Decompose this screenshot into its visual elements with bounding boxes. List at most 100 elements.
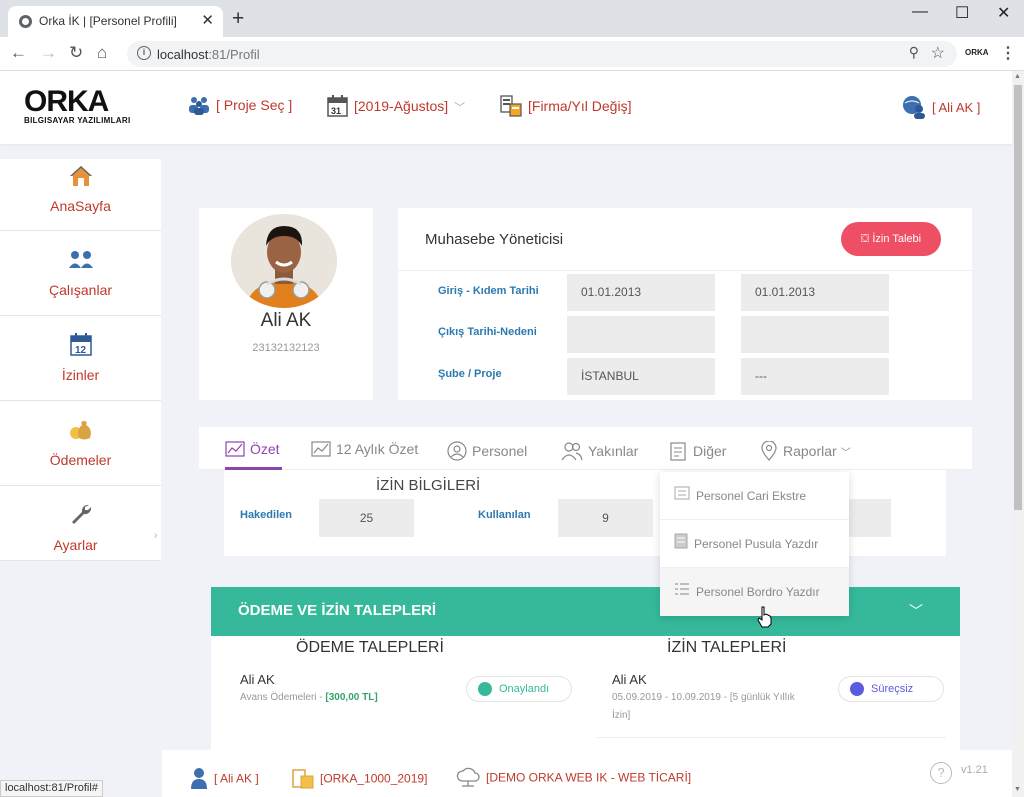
chevron-right-icon: › bbox=[154, 530, 158, 541]
menu-item-personel-pusula-yazdir[interactable]: Personel Pusula Yazdır bbox=[660, 520, 849, 568]
tab-12-aylik-ozet[interactable]: 12 Aylık Özet bbox=[311, 441, 418, 460]
izin-request-desc: 05.09.2019 - 10.09.2019 - [5 günlük Yıll… bbox=[612, 692, 795, 703]
url-text: localhost:81/Profil bbox=[157, 47, 260, 62]
izin-status-badge[interactable]: Süreçsiz bbox=[838, 676, 944, 702]
zoom-icon[interactable]: ⚲ bbox=[909, 44, 919, 61]
users-icon bbox=[0, 249, 161, 276]
footer-company[interactable]: [ORKA_1000_2019] bbox=[292, 767, 427, 792]
home-browser-icon[interactable]: ⌂ bbox=[97, 43, 107, 63]
giris-label: Giriş - Kıdem Tarihi bbox=[438, 285, 539, 297]
sidebar-item-izinler[interactable]: 12 İzinler bbox=[0, 316, 161, 401]
reload-icon[interactable]: ↻ bbox=[69, 43, 83, 63]
odeme-talepleri-title: ÖDEME TALEPLERİ bbox=[296, 639, 444, 656]
bookmark-star-icon[interactable]: ☆ bbox=[931, 43, 945, 63]
forward-icon[interactable]: → bbox=[40, 43, 57, 63]
chart-icon bbox=[311, 441, 331, 460]
sube-value: İSTANBUL bbox=[567, 358, 715, 395]
browser-tabbar: Orka İK | [Personel Profili] ✕ + — ☐ ✕ bbox=[0, 0, 1024, 37]
svg-text:12: 12 bbox=[75, 345, 87, 356]
divider bbox=[596, 737, 946, 738]
scrollbar-thumb[interactable] bbox=[1014, 85, 1022, 510]
sidebar-item-ayarlar[interactable]: Ayarlar bbox=[0, 486, 161, 561]
address-bar: ← → ↻ ⌂ i localhost:81/Profil ⚲ ☆ ORKA ⋮ bbox=[0, 37, 1024, 71]
hakedilen-value: 25 bbox=[319, 499, 414, 537]
period-dropdown[interactable]: 31 [2019-Ağustos] ﹀ bbox=[327, 95, 465, 120]
giris-date-1: 01.01.2013 bbox=[567, 274, 715, 311]
tab-ozet[interactable]: Özet bbox=[225, 441, 280, 460]
avatar[interactable] bbox=[231, 214, 337, 308]
izin-request-desc-2: İzin] bbox=[612, 710, 631, 721]
chart-icon bbox=[225, 441, 245, 460]
home-icon bbox=[0, 165, 161, 192]
odeme-status-badge[interactable]: Onaylandı bbox=[466, 676, 572, 702]
giris-date-2: 01.01.2013 bbox=[741, 274, 889, 311]
status-dot-icon bbox=[850, 682, 864, 696]
window-close-icon[interactable]: ✕ bbox=[997, 3, 1010, 23]
bag-icon: ⛋ bbox=[860, 233, 870, 245]
list-icon bbox=[674, 569, 690, 617]
raporlar-dropdown: Personel Cari Ekstre Personel Pusula Yaz… bbox=[660, 472, 849, 616]
job-title: Muhasebe Yöneticisi bbox=[425, 231, 564, 248]
cikis-reason bbox=[741, 316, 889, 353]
favicon-icon bbox=[19, 15, 32, 28]
cikis-label: Çıkış Tarihi-Nedeni bbox=[438, 326, 537, 338]
help-icon[interactable]: ? bbox=[930, 762, 952, 784]
tab-title: Orka İK | [Personel Profili] bbox=[39, 14, 177, 28]
location-icon bbox=[760, 440, 778, 464]
calendar-icon: 31 bbox=[327, 95, 348, 120]
svg-text:31: 31 bbox=[331, 106, 341, 116]
odeme-request-name: Ali AK bbox=[240, 672, 275, 687]
orka-logo[interactable]: ORKA BILGISAYAR YAZILIMLARI bbox=[24, 87, 139, 126]
sidebar-item-calisanlar[interactable]: Çalışanlar bbox=[0, 231, 161, 316]
kullanilan-label: Kullanılan bbox=[478, 509, 531, 521]
footer-demo[interactable]: [DEMO ORKA WEB IK - WEB TİCARİ] bbox=[456, 767, 691, 790]
hakedilen-label: Hakedilen bbox=[240, 509, 292, 521]
version-label: v1.21 bbox=[961, 764, 988, 776]
user-icon bbox=[190, 767, 208, 792]
url-field[interactable]: i localhost:81/Profil ⚲ ☆ bbox=[127, 41, 957, 67]
app-header: ORKA BILGISAYAR YAZILIMLARI [ Proje Seç … bbox=[0, 71, 1012, 144]
izin-talebi-button[interactable]: ⛋ İzin Talebi bbox=[841, 222, 941, 256]
building-icon bbox=[500, 95, 522, 120]
footer-user[interactable]: [ Ali AK ] bbox=[190, 767, 259, 792]
close-tab-icon[interactable]: ✕ bbox=[201, 11, 214, 29]
sidebar-item-odemeler[interactable]: Ödemeler bbox=[0, 401, 161, 486]
page-scrollbar[interactable]: ▲ ▼ bbox=[1012, 71, 1024, 797]
banner-title: ÖDEME VE İZİN TALEPLERİ bbox=[238, 602, 437, 619]
izin-bilgileri-title: İZİN BİLGİLERİ bbox=[376, 477, 481, 494]
app-footer: [ Ali AK ] [ORKA_1000_2019] [DEMO ORKA W… bbox=[162, 750, 1012, 797]
minimize-icon[interactable]: — bbox=[912, 3, 928, 21]
calendar-icon: 12 bbox=[0, 332, 161, 361]
tab-raporlar[interactable]: Raporlar ﹀ bbox=[760, 440, 851, 464]
user-menu[interactable]: [ Ali AK ] bbox=[902, 95, 980, 122]
browser-menu-icon[interactable]: ⋮ bbox=[1000, 43, 1016, 63]
new-tab-icon[interactable]: + bbox=[232, 7, 244, 31]
maximize-icon[interactable]: ☐ bbox=[955, 3, 969, 23]
user-globe-icon bbox=[902, 95, 926, 122]
sube-label: Şube / Proje bbox=[438, 368, 502, 380]
info-card: Muhasebe Yöneticisi ⛋ İzin Talebi Giriş … bbox=[398, 208, 972, 400]
tab-personel[interactable]: Personel bbox=[447, 441, 527, 464]
menu-item-personel-bordro-yazdir[interactable]: Personel Bordro Yazdır bbox=[660, 568, 849, 616]
document-icon bbox=[674, 521, 688, 569]
chevron-down-icon: ﹀ bbox=[840, 448, 851, 460]
firma-yil-button[interactable]: [Firma/Yıl Değiş] bbox=[500, 95, 631, 120]
proje-sec-button[interactable]: [ Proje Seç ] bbox=[188, 95, 292, 118]
chevron-down-icon[interactable]: ﹀ bbox=[909, 601, 923, 621]
info-icon[interactable]: i bbox=[137, 46, 151, 60]
back-icon[interactable]: ← bbox=[10, 43, 27, 63]
tab-yakinlar[interactable]: Yakınlar bbox=[561, 441, 638, 464]
cikis-date bbox=[567, 316, 715, 353]
tab-diger[interactable]: Diğer bbox=[668, 441, 726, 464]
requests-panel: ÖDEME TALEPLERİ İZİN TALEPLERİ Ali AK Av… bbox=[211, 636, 960, 751]
browser-status-url: localhost:81/Profil# bbox=[0, 780, 103, 797]
sidebar-item-anasayfa[interactable]: AnaSayfa bbox=[0, 159, 161, 231]
profile-name: Ali AK bbox=[260, 310, 312, 331]
profile-tabs: Özet 12 Aylık Özet Personel Yakınlar Diğ… bbox=[199, 427, 972, 470]
menu-item-personel-cari-ekstre[interactable]: Personel Cari Ekstre bbox=[660, 472, 849, 520]
report-icon bbox=[674, 473, 690, 521]
sidebar: AnaSayfa Çalışanlar 12 İzinler Ödemeler … bbox=[0, 159, 161, 561]
orka-extension-icon[interactable]: ORKA bbox=[965, 48, 989, 57]
people-icon bbox=[561, 441, 583, 464]
browser-tab[interactable]: Orka İK | [Personel Profili] ✕ bbox=[8, 6, 223, 37]
